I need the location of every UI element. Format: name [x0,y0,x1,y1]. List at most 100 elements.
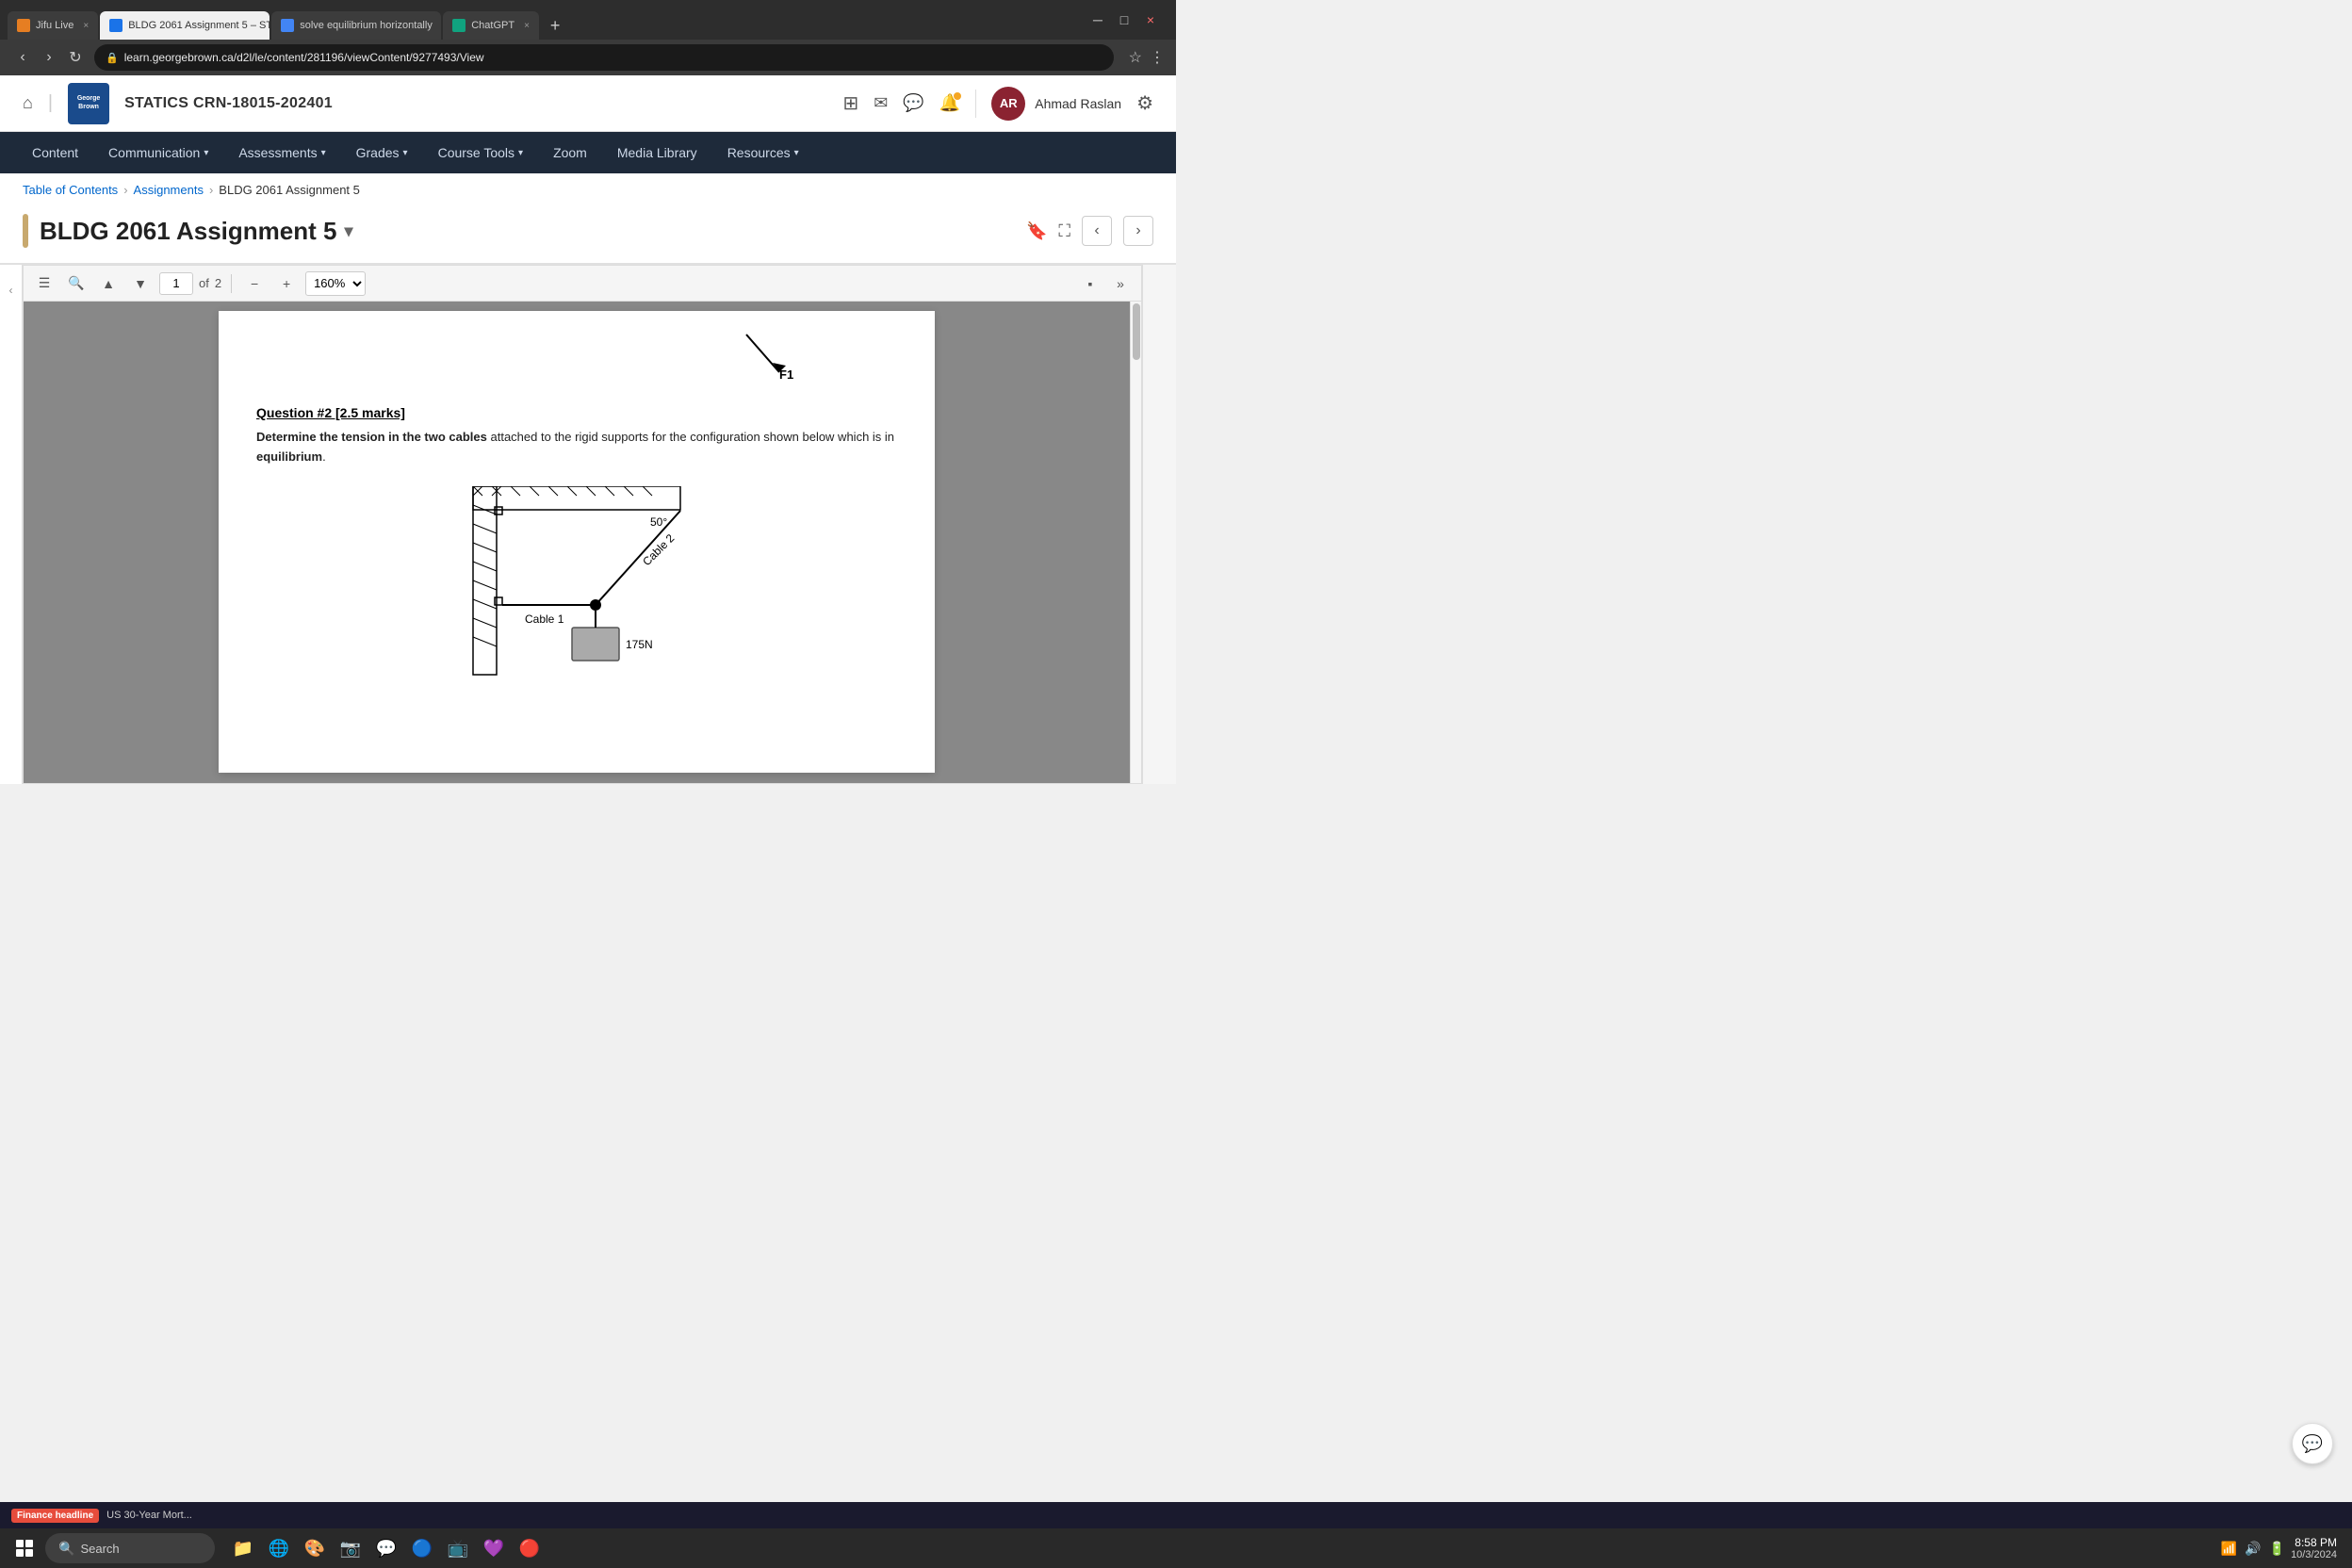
apps-grid-icon[interactable]: ⊞ [843,91,859,115]
wifi-icon[interactable]: 📶 [2221,1541,2237,1557]
prev-page-button[interactable]: ▲ [95,270,122,297]
nav-communication[interactable]: Communication ▾ [95,132,221,173]
colorful-app-icon: 🎨 [304,1539,325,1559]
battery-icon[interactable]: 🔋 [2269,1541,2285,1557]
total-pages: 2 [215,276,221,290]
taskbar-app-tv[interactable]: 📺 [441,1531,475,1565]
user-name: Ahmad Raslan [1035,96,1121,111]
bookmark-action-icon[interactable]: 🔖 [1026,221,1047,241]
content-actions: 🔖 ⛶ ‹ › [1026,216,1153,246]
zoom-in-button[interactable]: + [273,270,300,297]
taskbar-app-browser[interactable]: 🌐 [262,1531,296,1565]
nav-course-tools[interactable]: Course Tools ▾ [425,132,536,173]
taskbar-app-whatsapp[interactable]: 💬 [369,1531,403,1565]
browser-window-controls: ─ □ × [1080,9,1168,30]
nav-content[interactable]: Content [19,132,91,173]
chat-float-button[interactable]: 💬 [2292,1423,2333,1464]
user-area[interactable]: AR Ahmad Raslan [991,87,1121,121]
title-dropdown-arrow[interactable]: ▾ [344,221,352,241]
pdf-content: F1 Question #2 [2.5 marks] Determine the… [24,302,1141,783]
pdf-page: F1 Question #2 [2.5 marks] Determine the… [219,311,935,773]
breadcrumb-assignments[interactable]: Assignments [134,183,204,197]
svg-text:50°: 50° [650,515,667,529]
ssl-lock-icon: 🔒 [106,52,119,64]
prev-content-button[interactable]: ‹ [1082,216,1112,246]
tab-favicon-chatgpt [452,19,466,32]
lms-header: ⌂ | GeorgeBrown STATICS CRN-18015-202401… [0,75,1176,132]
tab-jifu[interactable]: Jifu Live × [8,11,98,40]
content-header: BLDG 2061 Assignment 5 ▾ 🔖 ⛶ ‹ › [0,206,1176,265]
next-page-button[interactable]: ▼ [127,270,154,297]
communication-dropdown-arrow: ▾ [204,148,208,158]
news-badge: Finance headline [11,1509,99,1523]
question-equilibrium-text: equilibrium [256,449,322,464]
taskbar-app-edge[interactable]: 🔵 [405,1531,439,1565]
tab-bldg[interactable]: BLDG 2061 Assignment 5 – STA × [100,11,270,40]
address-bar[interactable]: 🔒 learn.georgebrown.ca/d2l/le/content/28… [94,44,1114,71]
nav-resources[interactable]: Resources ▾ [714,132,812,173]
question-block: Question #2 [2.5 marks] Determine the te… [256,405,897,703]
chat-icon[interactable]: 💬 [903,93,923,113]
breadcrumb: Table of Contents › Assignments › BLDG 2… [0,173,1176,206]
browser-menu-icon[interactable]: ⋮ [1150,48,1165,67]
camera-app-icon: 📷 [340,1539,361,1559]
fullscreen-icon[interactable]: ⛶ [1058,221,1070,241]
search-pdf-button[interactable]: 🔍 [63,270,90,297]
windows-logo-icon [16,1540,33,1557]
new-tab-button[interactable]: + [541,11,567,40]
pdf-scrollbar[interactable] [1130,302,1141,783]
breadcrumb-table-of-contents[interactable]: Table of Contents [23,183,118,197]
nav-grades[interactable]: Grades ▾ [343,132,421,173]
toggle-sidebar-pdf-button[interactable]: ☰ [31,270,57,297]
breadcrumb-sep-2: › [209,183,213,197]
header-divider [975,90,976,118]
chat-float-icon: 💬 [2302,1434,2323,1454]
taskbar-search[interactable]: 🔍 Search [45,1533,215,1563]
sidebar-toggle[interactable]: ‹ [0,265,23,784]
scrollbar-thumb[interactable] [1133,303,1140,360]
nav-assessments[interactable]: Assessments ▾ [225,132,338,173]
mail-icon[interactable]: ✉ [874,93,888,113]
taskbar-apps: 📁 🌐 🎨 📷 💬 🔵 📺 💜 🔴 [226,1531,547,1565]
tab-label-bldg: BLDG 2061 Assignment 5 – STA [128,20,270,31]
forward-button[interactable]: › [38,46,60,69]
tab-close-jifu[interactable]: × [83,21,89,31]
settings-icon[interactable]: ⚙ [1136,91,1153,115]
tab-google[interactable]: solve equilibrium horizontally × [271,11,441,40]
taskbar-app-purple[interactable]: 💜 [477,1531,511,1565]
nav-zoom[interactable]: Zoom [540,132,600,173]
taskbar-app-chrome[interactable]: 🔴 [513,1531,547,1565]
expand-pdf-button[interactable]: » [1107,270,1134,297]
close-button[interactable]: × [1140,9,1161,30]
nav-media-library[interactable]: Media Library [604,132,710,173]
maximize-button[interactable]: □ [1114,9,1135,30]
page-number-input[interactable] [159,272,193,295]
institution-logo[interactable]: GeorgeBrown [68,83,109,124]
tab-close-chatgpt[interactable]: × [524,21,530,31]
sys-icons: 📶 🔊 🔋 [2221,1541,2285,1557]
notifications-bell[interactable]: 🔔 [939,93,960,113]
taskbar-app-file-explorer[interactable]: 📁 [226,1531,260,1565]
home-button[interactable]: ⌂ [23,93,33,113]
volume-icon[interactable]: 🔊 [2245,1541,2261,1557]
cable-diagram-svg: Cable 1 Cable 2 50° [445,486,709,703]
clock-date: 10/3/2024 [2291,1549,2337,1560]
news-text: US 30-Year Mort... [106,1510,192,1521]
zoom-selector[interactable]: 160% 50% 75% 100% 125% 150% 200% [305,271,366,296]
minimize-button[interactable]: ─ [1087,9,1108,30]
header-separator: | [48,92,53,114]
browser-actions: ☆ ⋮ [1121,48,1165,67]
tab-chatgpt[interactable]: ChatGPT × [443,11,539,40]
taskbar-app-colorful[interactable]: 🎨 [298,1531,332,1565]
next-content-button[interactable]: › [1123,216,1153,246]
time-area[interactable]: 8:58 PM 10/3/2024 [2291,1536,2337,1560]
reload-button[interactable]: ↻ [64,46,87,69]
back-button[interactable]: ‹ [11,46,34,69]
bookmark-icon[interactable]: ☆ [1129,48,1142,67]
single-page-view-button[interactable]: ▪ [1077,270,1103,297]
zoom-out-button[interactable]: − [241,270,268,297]
taskbar-app-camera[interactable]: 📷 [334,1531,368,1565]
tab-favicon-bldg [109,19,122,32]
start-button[interactable] [8,1531,41,1565]
tv-app-icon: 📺 [448,1539,468,1559]
